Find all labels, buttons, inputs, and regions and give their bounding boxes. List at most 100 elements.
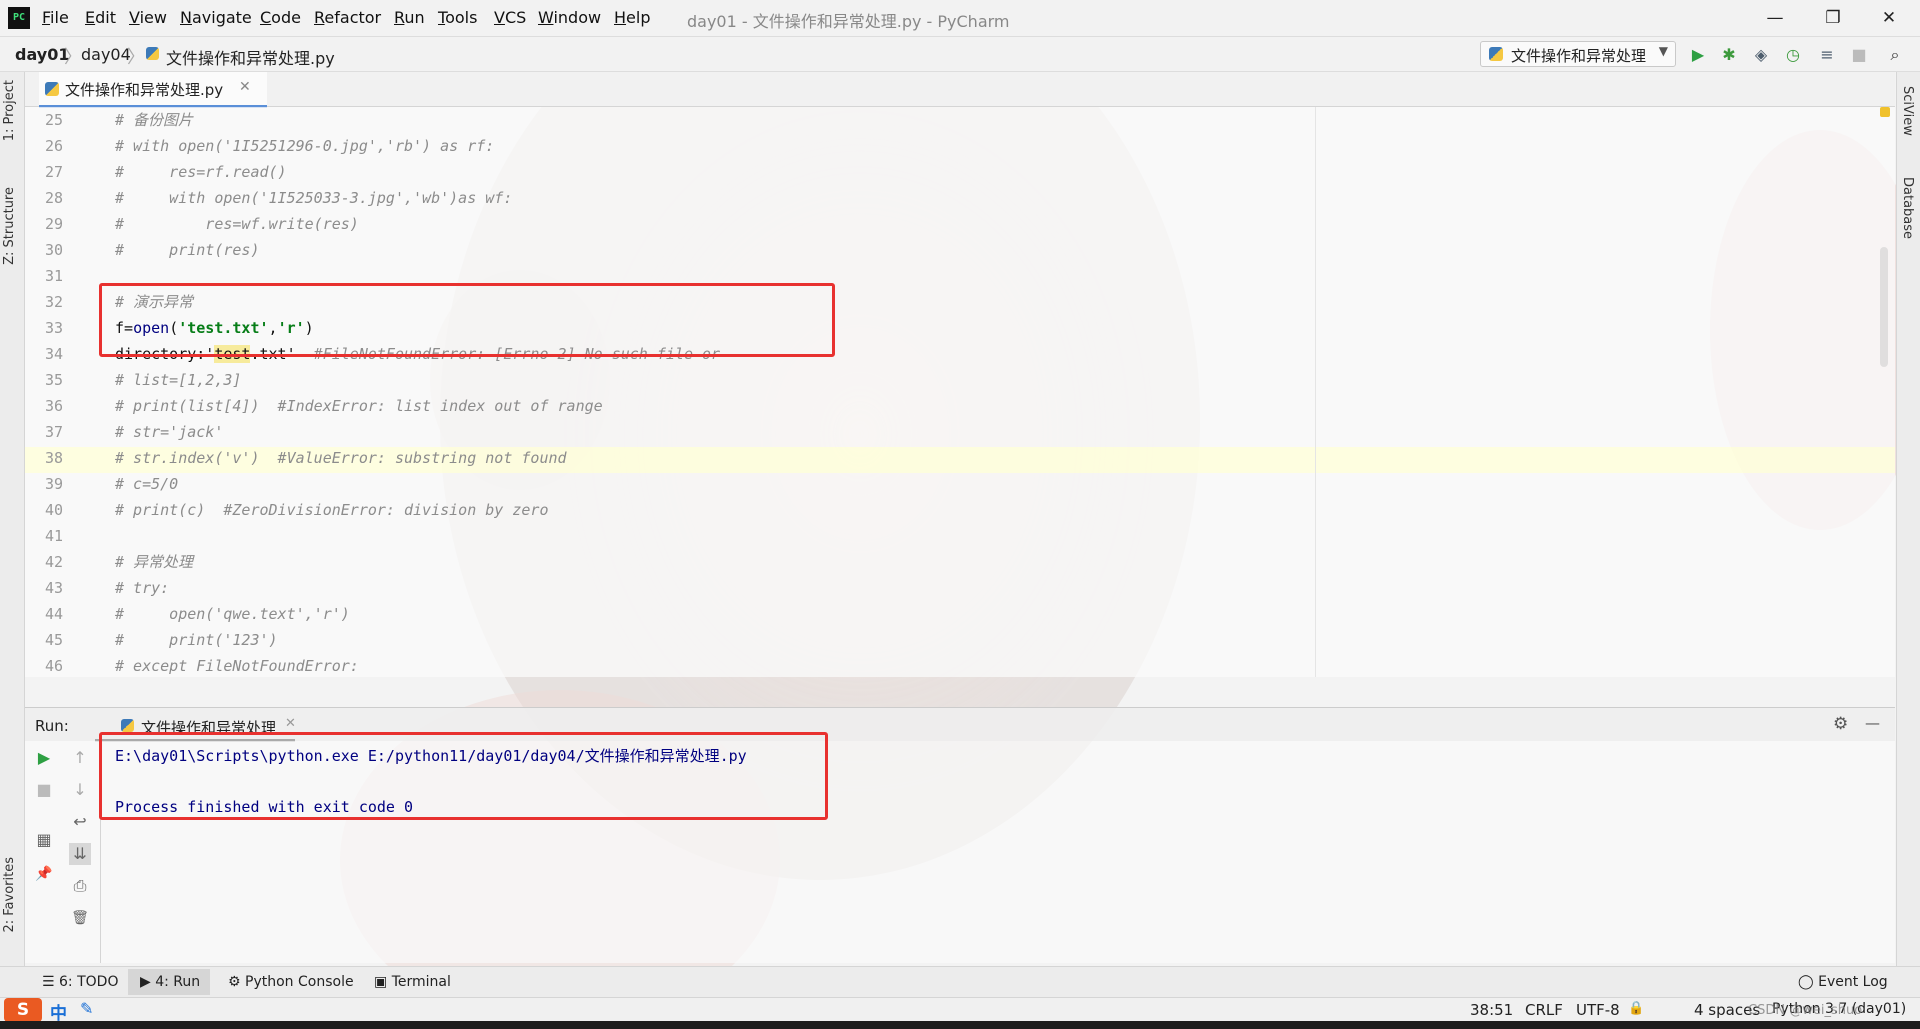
code-line: # res=wf.write(res): [115, 215, 359, 233]
terminal-icon: ▣: [374, 974, 388, 990]
menu-edit[interactable]: Edit: [85, 8, 116, 27]
layout-icon[interactable]: ▦: [33, 829, 55, 851]
run-tab[interactable]: 文件操作和异常处理 ✕: [95, 708, 296, 742]
line-number: 25: [44, 111, 63, 129]
code-line: # res=rf.read(): [115, 163, 287, 181]
close-tab-icon[interactable]: ✕: [239, 79, 251, 95]
settings-gear-icon[interactable]: ⚙: [1833, 714, 1848, 734]
watermark: CSDN @wei_shuo: [1748, 1003, 1863, 1018]
python-file-icon: [146, 47, 159, 60]
pin-icon[interactable]: 📌: [33, 863, 55, 885]
code-token: 'test.txt': [178, 319, 269, 337]
run-tool-tab[interactable]: ▶ 4: Run: [140, 974, 200, 990]
hide-panel-icon[interactable]: —: [1865, 714, 1880, 732]
database-tool-tab[interactable]: Database: [1900, 177, 1915, 239]
python-console-tab[interactable]: ⚙ Python Console: [228, 974, 354, 990]
stop-icon[interactable]: ■: [33, 779, 55, 801]
code-line: # str.index('v') #ValueError: substring …: [115, 449, 567, 467]
menu-window[interactable]: Window: [538, 8, 601, 27]
breadcrumb-file[interactable]: 文件操作和异常处理.py: [166, 45, 335, 69]
input-method-indicator[interactable]: S 中 ✎: [4, 998, 100, 1024]
run-tab-label: 文件操作和异常处理: [141, 719, 277, 737]
event-log-label: Event Log: [1818, 974, 1888, 990]
inspection-status-icon[interactable]: [1880, 107, 1890, 117]
python-console-icon: ⚙: [228, 974, 241, 990]
menu-run[interactable]: Run: [394, 8, 425, 27]
code-token: (: [169, 319, 179, 337]
caret-position[interactable]: 38:51: [1470, 1001, 1513, 1019]
run-configuration-selector[interactable]: 文件操作和异常处理 ▼: [1480, 41, 1676, 67]
event-log-tab[interactable]: ◯ Event Log: [1798, 974, 1888, 990]
status-bar: S 中 ✎ 38:51 CRLF UTF-8 🔒 4 spaces Python…: [0, 997, 1920, 1024]
run-panel-label: Run:: [35, 717, 69, 735]
trash-icon[interactable]: 🗑: [69, 907, 91, 929]
build-icon[interactable]: ≡: [1818, 46, 1836, 64]
favorites-tool-tab[interactable]: 2: Favorites: [2, 857, 17, 933]
line-number: 41: [44, 527, 63, 545]
chevron-down-icon: ▼: [1658, 44, 1668, 58]
scroll-down-icon[interactable]: ↓: [69, 779, 91, 801]
line-separator[interactable]: CRLF: [1525, 1001, 1563, 1019]
todo-tab[interactable]: ☰ 6: TODO: [42, 974, 118, 990]
code-line: # print('123'): [115, 631, 278, 649]
menu-help[interactable]: Help: [614, 8, 650, 27]
menu-view[interactable]: View: [129, 8, 167, 27]
terminal-tab[interactable]: ▣ Terminal: [374, 974, 451, 990]
code-line: # with open('1I525033-3.jpg','wb')as wf:: [115, 189, 513, 207]
editor-tab-bar: 文件操作和异常处理.py ✕: [25, 72, 1895, 108]
menu-refactor[interactable]: Refactor: [314, 8, 381, 27]
line-number: 38: [44, 449, 63, 467]
line-number: 37: [44, 423, 63, 441]
python-file-icon: [45, 82, 59, 96]
console-divider: [100, 741, 101, 963]
debug-icon[interactable]: ✱: [1720, 46, 1738, 64]
run-tool-tab-label: 4: Run: [155, 974, 201, 990]
breadcrumb-separator: 〉: [127, 47, 145, 68]
console-line: Process finished with exit code 0: [115, 798, 414, 816]
menu-vcs[interactable]: VCS: [494, 8, 526, 27]
structure-tool-tab[interactable]: Z: Structure: [2, 187, 17, 265]
scroll-up-icon[interactable]: ↑: [69, 747, 91, 769]
code-token: ): [304, 319, 314, 337]
editor-scrollbar[interactable]: [1880, 247, 1888, 367]
close-tab-icon[interactable]: ✕: [285, 716, 296, 731]
bottom-tool-tabs: ☰ 6: TODO ▶ 4: Run ⚙ Python Console ▣ Te…: [0, 966, 1920, 997]
right-margin-guide: [1315, 107, 1316, 677]
soft-wrap-icon[interactable]: ↩: [69, 811, 91, 833]
menu-file[interactable]: File: [42, 8, 69, 27]
code-line: # with open('1I5251296-0.jpg','rb') as r…: [115, 137, 495, 155]
line-number: 33: [44, 319, 63, 337]
editor-tab[interactable]: 文件操作和异常处理.py ✕: [39, 72, 267, 108]
code-line: # print(c) #ZeroDivisionError: division …: [115, 501, 549, 519]
breadcrumb-project[interactable]: day01: [15, 45, 69, 64]
search-icon[interactable]: ⌕: [1886, 46, 1904, 64]
rerun-icon[interactable]: ▶: [33, 747, 55, 769]
python-file-icon: [1489, 47, 1503, 61]
line-number: 45: [44, 631, 63, 649]
menu-navigate[interactable]: Navigate: [180, 8, 252, 27]
todo-tab-label: 6: TODO: [59, 974, 119, 990]
project-tool-tab[interactable]: 1: Project: [2, 80, 17, 141]
python-file-icon: [121, 719, 134, 732]
profile-icon[interactable]: ◷: [1784, 46, 1802, 64]
print-icon[interactable]: ⎙: [69, 875, 91, 897]
file-encoding[interactable]: UTF-8: [1576, 1001, 1620, 1019]
scroll-to-end-icon[interactable]: ⇊: [69, 843, 91, 865]
menu-tools[interactable]: Tools: [438, 8, 477, 27]
lock-icon[interactable]: 🔒: [1628, 1001, 1644, 1016]
sciview-tool-tab[interactable]: SciView: [1900, 86, 1915, 136]
code-line-33: f=open('test.txt','r'): [115, 315, 314, 341]
minimize-button[interactable]: —: [1752, 4, 1798, 32]
run-console[interactable]: ▶ ■ ▦ 📌 ↑ ↓ ↩ ⇊ ⎙ 🗑 E:\day01\Scripts\pyt…: [25, 732, 1895, 963]
code-comment: #FileNotFoundError: [Errno 2] No such fi…: [295, 345, 721, 363]
line-number: 35: [44, 371, 63, 389]
code-editor[interactable]: 25 26 27 28 29 30 31 32 33 34 35 36 37 3…: [25, 107, 1895, 677]
coverage-icon[interactable]: ◈: [1752, 46, 1770, 64]
menu-code[interactable]: Code: [260, 8, 301, 27]
run-icon[interactable]: ▶: [1689, 46, 1707, 64]
close-button[interactable]: ✕: [1866, 4, 1912, 32]
code-line: # open('qwe.text','r'): [115, 605, 350, 623]
breadcrumb-folder[interactable]: day04: [81, 45, 131, 64]
stop-icon[interactable]: ■: [1850, 46, 1868, 64]
restore-button[interactable]: ❐: [1810, 4, 1856, 32]
